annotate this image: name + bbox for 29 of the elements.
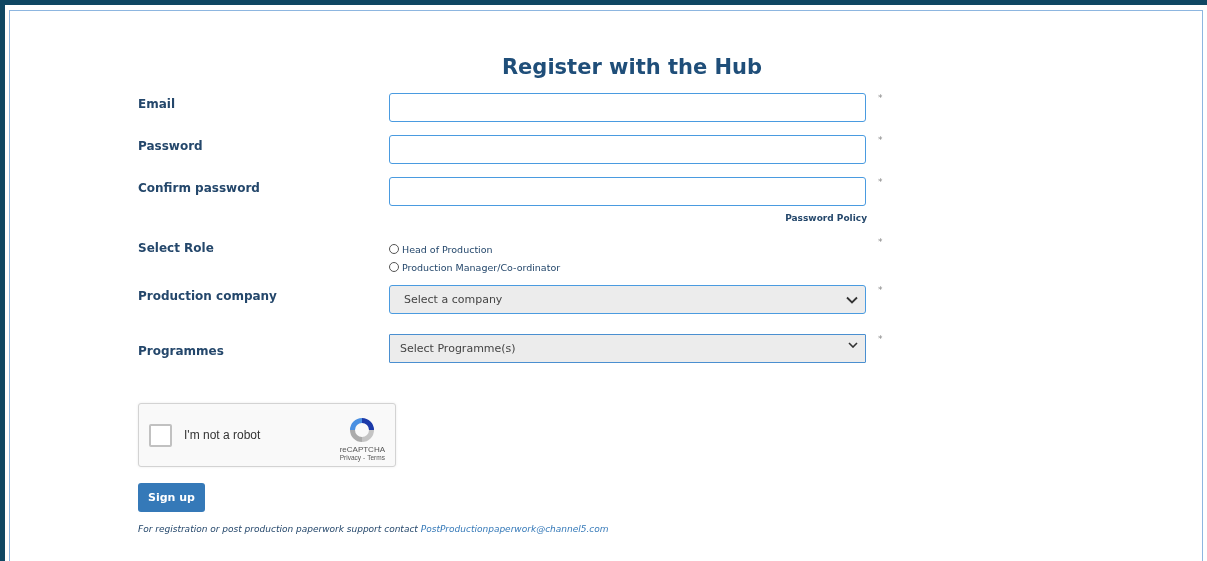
radio-label[interactable]: Production Manager/Co-ordinator	[402, 261, 561, 273]
support-text: For registration or post production paperwork support contact	[138, 524, 418, 534]
required-mark: *	[878, 237, 883, 247]
field-label: Production company	[138, 288, 278, 303]
field-label: Password	[138, 138, 204, 153]
checkbox[interactable]	[149, 423, 172, 447]
required-mark: *	[878, 177, 883, 187]
sign-up-button[interactable]: Sign up	[138, 483, 205, 512]
input-field[interactable]	[389, 135, 866, 164]
required-mark: *	[878, 135, 883, 145]
field-label: Programmes	[138, 343, 225, 358]
field-label: Select Role	[138, 240, 215, 255]
captcha-label: I'm not a robot	[184, 428, 262, 442]
email-link[interactable]: PostProductionpaperwork@channel5.com	[420, 524, 609, 534]
input-field[interactable]	[389, 177, 866, 206]
programmes-dropdown[interactable]: Select Programme(s)	[389, 334, 866, 363]
radio-label[interactable]: Head of Production	[402, 243, 493, 255]
password-policy-link[interactable]: Password Policy	[785, 213, 867, 237]
required-mark: *	[878, 334, 883, 344]
required-mark: *	[878, 93, 883, 103]
chevron-down-icon	[846, 295, 858, 304]
field-label: Confirm password	[138, 180, 261, 195]
company-dropdown[interactable]: Select a company	[389, 285, 866, 314]
field-label: Email	[138, 96, 177, 111]
chevron-down-icon	[848, 342, 858, 348]
captcha-brand: reCAPTCHA	[339, 445, 385, 454]
page-title: Register with the Hub	[500, 55, 764, 79]
required-mark: *	[878, 285, 883, 295]
input-field[interactable]	[389, 93, 866, 122]
